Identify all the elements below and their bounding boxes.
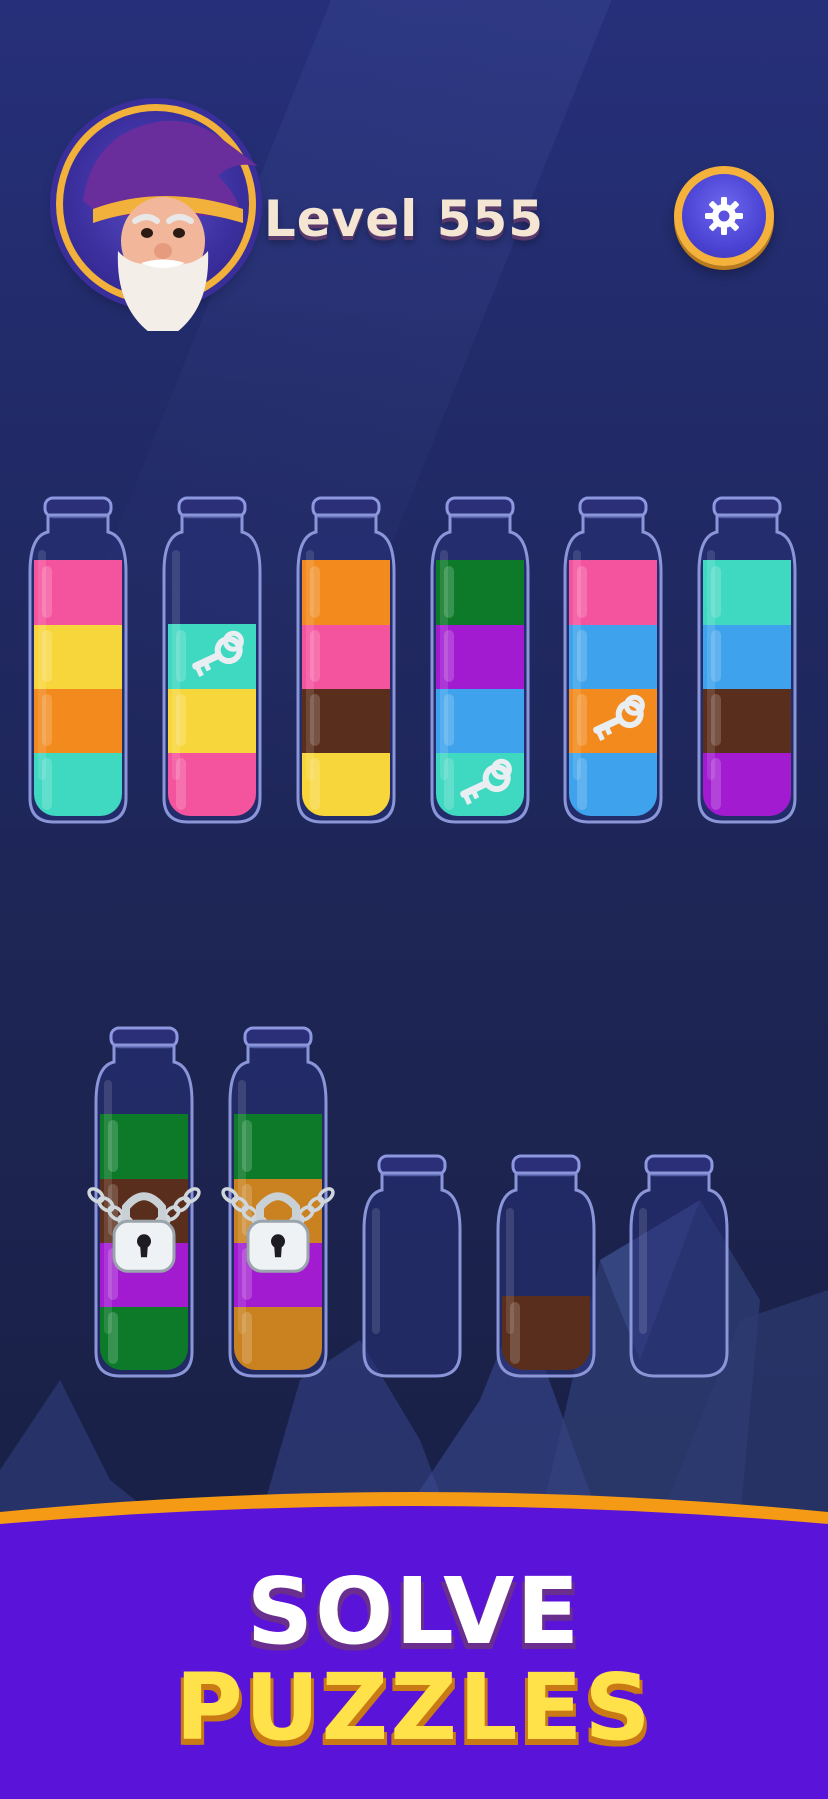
- bottle-6[interactable]: [687, 488, 807, 832]
- bottle-2[interactable]: [152, 488, 272, 832]
- bottle-5[interactable]: [553, 488, 673, 832]
- bottle-9[interactable]: [352, 1146, 472, 1386]
- bottle-4[interactable]: [420, 488, 540, 832]
- bottle-1[interactable]: [18, 488, 138, 832]
- banner-line-puzzles: PUZZLES: [175, 1654, 653, 1761]
- bottle-8[interactable]: [218, 1018, 338, 1386]
- bottle-10[interactable]: [486, 1146, 606, 1386]
- banner-line-solve: SOLVE: [246, 1558, 582, 1665]
- tube-board: [0, 0, 828, 1500]
- bottle-11[interactable]: [619, 1146, 739, 1386]
- bottle-3[interactable]: [286, 488, 406, 832]
- bottle-7[interactable]: [84, 1018, 204, 1386]
